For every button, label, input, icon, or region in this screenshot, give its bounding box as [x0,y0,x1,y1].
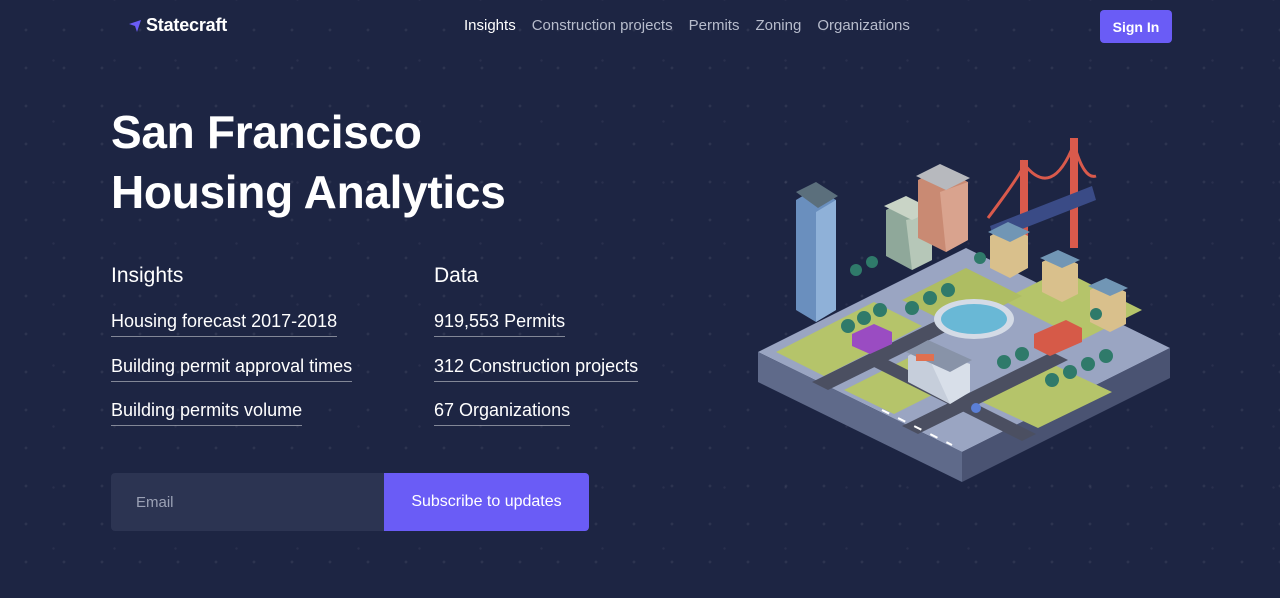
paper-plane-icon [129,19,141,32]
link-permits[interactable]: 919,553 Permits [434,311,566,337]
link-organizations[interactable]: 67 Organizations [434,400,571,426]
subscribe-form: Subscribe to updates [111,473,589,531]
nav-zoning[interactable]: Zoning [755,17,801,34]
data-section: Data 919,553 Permits 312 Construction pr… [434,264,734,445]
page-title: San Francisco Housing Analytics [111,102,631,222]
page: Statecraft Insights Construction project… [0,0,1280,598]
title-line-1: San Francisco [111,106,422,158]
sign-in-button[interactable]: Sign In [1100,10,1172,43]
title-line-2: Housing Analytics [111,166,506,218]
link-construction-projects[interactable]: 312 Construction projects [434,356,639,382]
logo[interactable]: Statecraft [128,15,227,36]
nav-organizations[interactable]: Organizations [817,17,910,34]
link-housing-forecast[interactable]: Housing forecast 2017-2018 [111,311,338,337]
nav-insights[interactable]: Insights [464,17,516,34]
logo-text: Statecraft [146,15,228,35]
insights-section: Insights Housing forecast 2017-2018 Buil… [111,264,411,445]
link-permits-volume[interactable]: Building permits volume [111,400,303,426]
isometric-city-illustration [758,138,1170,482]
nav-permits[interactable]: Permits [689,17,740,34]
subscribe-button[interactable]: Subscribe to updates [384,473,589,531]
data-heading: Data [434,264,479,287]
main-nav: Insights Construction projects Permits Z… [464,17,926,34]
nav-construction-projects[interactable]: Construction projects [532,17,673,34]
email-field[interactable] [111,473,384,531]
link-permit-approval-times[interactable]: Building permit approval times [111,356,353,382]
insights-heading: Insights [111,264,184,287]
